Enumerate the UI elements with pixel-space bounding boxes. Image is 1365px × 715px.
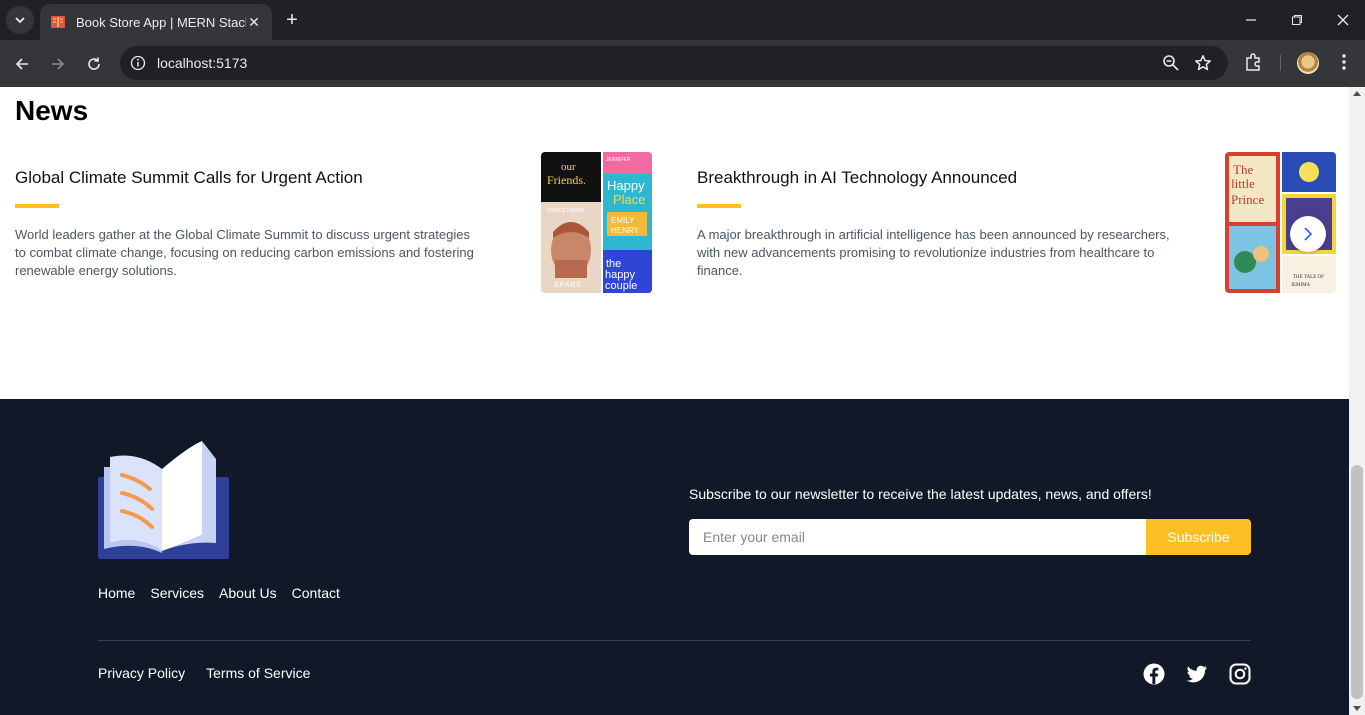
bookmark-star-icon[interactable] [1194,54,1212,72]
page-scrollbar[interactable] [1349,87,1365,715]
browser-tabbar: Book Store App | MERN Stack P ✕ + [0,0,1365,40]
carousel-next-button[interactable] [1290,216,1326,252]
news-description: A major breakthrough in artificial intel… [697,227,1170,278]
svg-text:Place: Place [613,192,646,207]
minimize-button[interactable] [1239,8,1263,32]
svg-text:JEMIMA: JEMIMA [1291,283,1311,288]
arrow-right-icon [52,58,65,70]
svg-text:PRINCE HARRY: PRINCE HARRY [547,208,585,214]
newsletter-text: Subscribe to our newsletter to receive t… [689,486,1152,502]
footer-divider [98,640,1251,641]
svg-text:JENNIFER: JENNIFER [606,157,631,163]
close-window-button[interactable] [1331,8,1355,32]
url-text: localhost:5173 [157,55,248,71]
svg-text:HENRY: HENRY [611,226,640,235]
book-favicon-icon [51,16,65,28]
extensions-icon[interactable] [1244,52,1264,72]
svg-text:Prince: Prince [1231,192,1264,207]
footer-link-services[interactable]: Services [150,585,204,601]
address-bar[interactable]: localhost:5173 [120,46,1228,80]
title-accent-bar [697,204,741,208]
footer-link-contact[interactable]: Contact [292,585,340,601]
footer-legal-links: Privacy Policy Terms of Service [98,665,310,681]
forward-button[interactable] [46,52,70,76]
new-tab-button[interactable]: + [282,10,302,30]
news-description: World leaders gather at the Global Clima… [15,227,474,278]
arrow-left-icon [15,58,28,70]
news-title[interactable]: Global Climate Summit Calls for Urgent A… [15,168,363,188]
chevron-down-icon [15,17,25,24]
tab-search-button[interactable] [6,6,34,34]
svg-text:The: The [1233,162,1253,177]
reload-icon [88,57,100,70]
scroll-down-arrow-icon[interactable] [1353,706,1361,711]
svg-text:our: our [561,161,576,173]
svg-text:Friends.: Friends. [547,173,586,187]
news-card[interactable]: Global Climate Summit Calls for Urgent A… [15,152,655,294]
facebook-icon[interactable] [1143,663,1165,685]
back-button[interactable] [10,52,34,76]
restore-icon [1292,15,1302,25]
svg-text:little: little [1231,176,1255,191]
svg-text:SPARE: SPARE [554,282,582,289]
email-input[interactable] [689,519,1147,555]
footer-link-about[interactable]: About Us [219,585,277,601]
browser-toolbar: localhost:5173 [0,40,1365,87]
reload-button[interactable] [82,52,106,76]
news-image[interactable]: our Friends. PRINCE HARRY SPARE JENNIFER… [541,152,652,293]
instagram-icon[interactable] [1229,663,1251,685]
twitter-icon[interactable] [1186,663,1208,685]
page-viewport: News Global Climate Summit Calls for Urg… [0,87,1349,715]
toolbar-separator [1280,55,1281,71]
footer-nav: Home Services About Us Contact [98,585,340,601]
kebab-menu-icon[interactable] [1336,52,1352,72]
privacy-policy-link[interactable]: Privacy Policy [98,665,185,681]
open-book-logo-icon [98,441,229,559]
news-title[interactable]: Breakthrough in AI Technology Announced [697,168,1017,188]
site-footer: Home Services About Us Contact Subscribe… [0,399,1349,715]
scrollbar-thumb[interactable] [1351,465,1363,699]
zoom-icon[interactable] [1162,54,1180,72]
news-card[interactable]: Breakthrough in AI Technology Announced … [697,152,1337,294]
svg-text:THE TALE OF: THE TALE OF [1293,275,1324,280]
terms-of-service-link[interactable]: Terms of Service [206,665,310,681]
site-info-icon[interactable] [130,55,146,71]
title-accent-bar [15,204,59,208]
close-icon [1337,14,1349,26]
restore-button[interactable] [1285,8,1309,32]
book-covers-collage: our Friends. PRINCE HARRY SPARE JENNIFER… [541,152,652,293]
svg-text:Happy: Happy [607,178,645,193]
footer-link-home[interactable]: Home [98,585,135,601]
browser-tab[interactable]: Book Store App | MERN Stack P ✕ [40,4,272,40]
svg-text:EMILY: EMILY [611,216,635,225]
tab-title: Book Store App | MERN Stack P [76,14,246,30]
minimize-icon [1246,19,1256,21]
news-heading: News [15,95,89,126]
scroll-up-arrow-icon[interactable] [1353,91,1361,96]
profile-avatar[interactable] [1297,52,1319,74]
subscribe-button[interactable]: Subscribe [1146,519,1251,555]
chevron-right-icon [1304,227,1313,241]
close-tab-icon[interactable]: ✕ [246,14,262,30]
svg-text:couple: couple [605,280,637,292]
